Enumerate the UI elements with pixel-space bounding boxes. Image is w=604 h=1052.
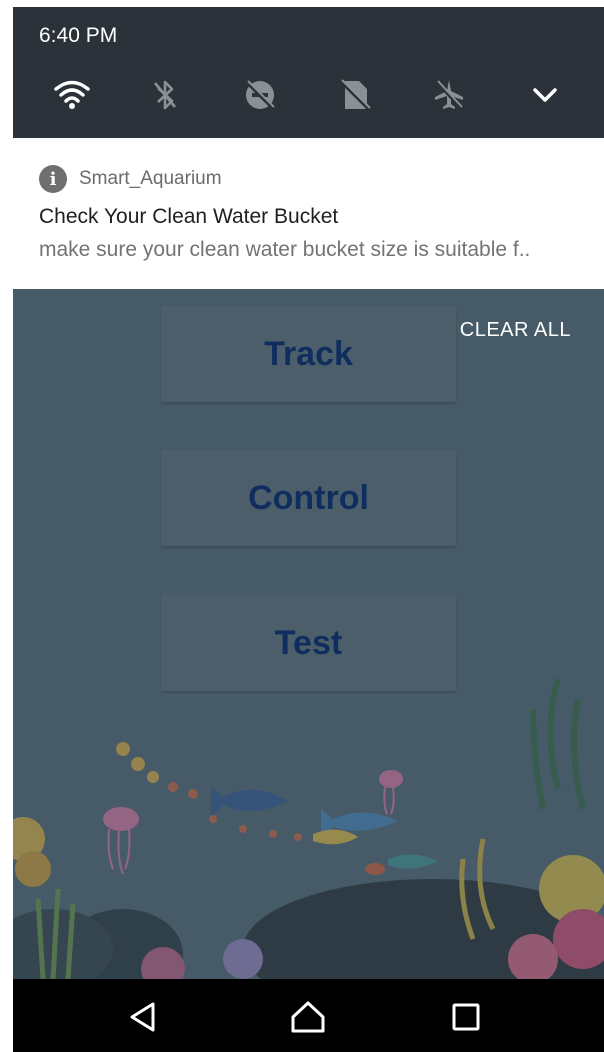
sim-off-icon[interactable] bbox=[333, 73, 377, 117]
notification-title: Check Your Clean Water Bucket bbox=[39, 205, 339, 228]
chevron-down-icon[interactable] bbox=[523, 73, 567, 117]
status-time: 6:40 PM bbox=[39, 24, 118, 47]
notification-header: i Smart_Aquarium bbox=[39, 165, 222, 193]
track-button[interactable]: Track bbox=[161, 306, 456, 402]
notification-text: make sure your clean water bucket size i… bbox=[39, 238, 531, 261]
quick-settings-panel: 6:40 PM bbox=[13, 7, 604, 138]
quick-settings-row bbox=[13, 73, 604, 117]
bluetooth-off-icon[interactable] bbox=[143, 73, 187, 117]
recents-icon[interactable] bbox=[444, 995, 488, 1039]
navigation-bar bbox=[13, 979, 604, 1052]
do-not-disturb-off-icon[interactable] bbox=[238, 73, 282, 117]
info-icon: i bbox=[39, 165, 67, 193]
wifi-icon[interactable] bbox=[50, 73, 94, 117]
airplane-mode-off-icon[interactable] bbox=[427, 73, 471, 117]
notification-app-name: Smart_Aquarium bbox=[79, 168, 222, 189]
clear-all-button[interactable]: CLEAR ALL bbox=[460, 319, 571, 342]
app-main-area: Track Control Test CLEAR ALL bbox=[13, 289, 604, 979]
control-button[interactable]: Control bbox=[161, 450, 456, 546]
notification-card[interactable]: i Smart_Aquarium Check Your Clean Water … bbox=[13, 138, 604, 289]
home-icon[interactable] bbox=[286, 995, 330, 1039]
phone-screen: 6:40 PM i Smart_Aquarium Check Your Clea… bbox=[13, 7, 604, 1052]
underwater-scene-illustration bbox=[13, 678, 604, 979]
back-icon[interactable] bbox=[121, 995, 165, 1039]
